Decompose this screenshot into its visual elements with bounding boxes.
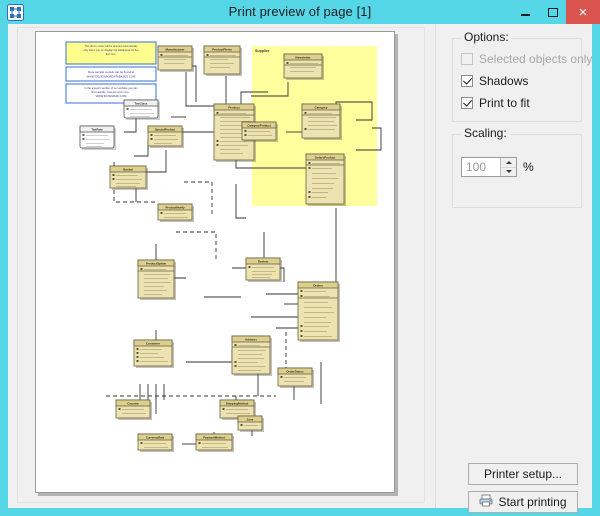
page-sheet: This demo model will be opened automatic… — [35, 31, 395, 493]
svg-text:WWW.DATANAMIC.COM: WWW.DATANAMIC.COM — [96, 94, 127, 98]
chevron-up-icon — [505, 160, 512, 164]
svg-text:Zone: Zone — [247, 418, 254, 422]
entity-category: Category — [301, 103, 342, 140]
scaling-spinner-buttons — [500, 158, 516, 176]
scaling-unit-label: % — [523, 160, 534, 174]
entity-newsletter-subscription: Zone — [237, 415, 264, 432]
checkbox-print-to-fit[interactable]: Print to fit — [461, 95, 530, 111]
options-panel: Options: Selected objects only Shadows P… — [442, 24, 592, 513]
entity-basket: Basket — [109, 165, 148, 190]
entity-review: Review — [245, 257, 282, 282]
region-label: Supplier — [255, 49, 270, 53]
svg-text:Category: Category — [314, 106, 327, 110]
svg-text:ProductOption: ProductOption — [146, 262, 166, 266]
svg-text:Product: Product — [228, 106, 239, 110]
entity-currencyrate: CurrencyRate — [137, 433, 174, 452]
checkbox-print-to-fit-label: Print to fit — [479, 96, 530, 110]
svg-text:first time.: first time. — [106, 52, 117, 56]
svg-text:ProductPhoto: ProductPhoto — [212, 48, 232, 52]
close-icon: × — [578, 3, 588, 21]
entity-ordersproduct: OrdersProduct — [305, 153, 346, 206]
checkbox-shadows[interactable]: Shadows — [461, 73, 528, 89]
svg-text:This demo model will be opened: This demo model will be opened automatic… — [84, 44, 138, 48]
svg-text:find tutorials, how-tos and mo: find tutorials, how-tos and more... — [91, 90, 131, 94]
chevron-down-icon — [505, 170, 512, 174]
svg-text:CategoryProduct: CategoryProduct — [247, 124, 270, 128]
entity-productnotify: ProductNotify — [157, 203, 194, 222]
svg-text:CurrencyRate: CurrencyRate — [146, 436, 165, 440]
svg-text:only when you run DeZign for D: only when you run DeZign for Databases f… — [83, 48, 139, 52]
note-box-samples: More sample models can be found at WWW.D… — [65, 66, 157, 82]
title-bar: Print preview of page [1] × — [0, 0, 600, 24]
erd-diagram: This demo model will be opened automatic… — [36, 32, 394, 492]
entity-productoption: ProductOption — [137, 259, 176, 300]
entity-categoryproduct: CategoryProduct — [241, 121, 278, 142]
preview-panel[interactable]: This demo model will be opened automatic… — [8, 24, 434, 508]
checkbox-selected-objects-only[interactable]: Selected objects only — [461, 51, 592, 67]
entity-specialproduct: SpecialProduct — [147, 125, 184, 148]
maximize-icon — [548, 7, 558, 17]
maximize-button[interactable] — [540, 0, 566, 24]
window-title: Print preview of page [1] — [228, 4, 372, 19]
scaling-group: Scaling: 100 % — [452, 126, 582, 208]
print-preview-window: Print preview of page [1] × This demo mo… — [0, 0, 600, 516]
scaling-increment-button[interactable] — [501, 158, 516, 168]
scaling-decrement-button[interactable] — [501, 167, 516, 176]
printer-setup-button[interactable]: Printer setup... — [468, 463, 578, 485]
scaling-control: 100 % — [461, 157, 534, 177]
entity-taxclass: TaxClass — [123, 99, 160, 120]
options-group: Options: Selected objects only Shadows P… — [452, 30, 592, 122]
entity-address: Address — [231, 335, 272, 376]
svg-text:Orders: Orders — [313, 284, 323, 288]
entity-orders: Orders — [297, 281, 340, 342]
svg-text:OrderStatus: OrderStatus — [286, 370, 304, 374]
entity-paymentmethod: PaymentMethod — [195, 433, 234, 452]
printer-setup-label: Printer setup... — [483, 467, 563, 481]
entity-customer: Customer — [133, 339, 174, 368]
svg-text:SpecialProduct: SpecialProduct — [155, 128, 175, 132]
entity-zone: OrderStatus — [277, 367, 314, 388]
checkbox-selected-objects-only-label: Selected objects only — [479, 52, 593, 66]
svg-text:Customer: Customer — [146, 342, 161, 346]
entity-manufacturer: Manufacturer — [157, 45, 194, 72]
entity-country: Country — [115, 399, 152, 420]
client-area: This demo model will be opened automatic… — [8, 24, 592, 513]
entity-newsletter: Newsletter — [283, 53, 324, 80]
svg-text:Review: Review — [258, 260, 269, 264]
svg-text:TaxRate: TaxRate — [91, 128, 103, 132]
svg-text:WWW.DEZIGNFORDATABASES.COM: WWW.DEZIGNFORDATABASES.COM — [87, 75, 136, 79]
printer-icon — [479, 494, 493, 510]
close-button[interactable]: × — [566, 0, 600, 24]
entity-productphoto: ProductPhoto — [203, 45, 242, 76]
svg-text:Newsletter: Newsletter — [295, 56, 311, 60]
svg-text:Address: Address — [245, 338, 257, 342]
svg-text:Manufacturer: Manufacturer — [165, 48, 185, 52]
options-group-title: Options: — [461, 30, 512, 44]
svg-text:More sample models can be foun: More sample models can be found at — [88, 70, 134, 74]
svg-text:Country: Country — [127, 402, 139, 406]
svg-text:ProductNotify: ProductNotify — [165, 206, 185, 210]
checkbox-selected-objects-only-box[interactable] — [461, 53, 473, 65]
minimize-button[interactable] — [512, 0, 538, 24]
entity-taxrate: TaxRate — [79, 125, 116, 150]
svg-text:OrdersProduct: OrdersProduct — [315, 156, 335, 160]
svg-text:ShippingMethod: ShippingMethod — [226, 402, 249, 406]
note-box-yellow: This demo model will be opened automatic… — [65, 41, 157, 65]
preview-viewport: This demo model will be opened automatic… — [17, 27, 425, 503]
scaling-spinner[interactable]: 100 — [461, 157, 517, 177]
svg-text:PaymentMethod: PaymentMethod — [203, 436, 225, 440]
svg-text:TaxClass: TaxClass — [135, 102, 148, 106]
scaling-input[interactable]: 100 — [462, 158, 500, 176]
checkbox-print-to-fit-box[interactable] — [461, 97, 473, 109]
start-printing-label: Start printing — [498, 495, 567, 509]
checkbox-shadows-label: Shadows — [479, 74, 529, 88]
svg-text:In the support section of our: In the support section of our website yo… — [84, 86, 138, 90]
checkbox-shadows-box[interactable] — [461, 75, 473, 87]
scaling-group-title: Scaling: — [461, 126, 510, 140]
start-printing-button[interactable]: Start printing — [468, 491, 578, 513]
minimize-icon — [520, 13, 530, 16]
svg-text:Basket: Basket — [123, 168, 133, 172]
panel-splitter[interactable] — [434, 24, 442, 508]
